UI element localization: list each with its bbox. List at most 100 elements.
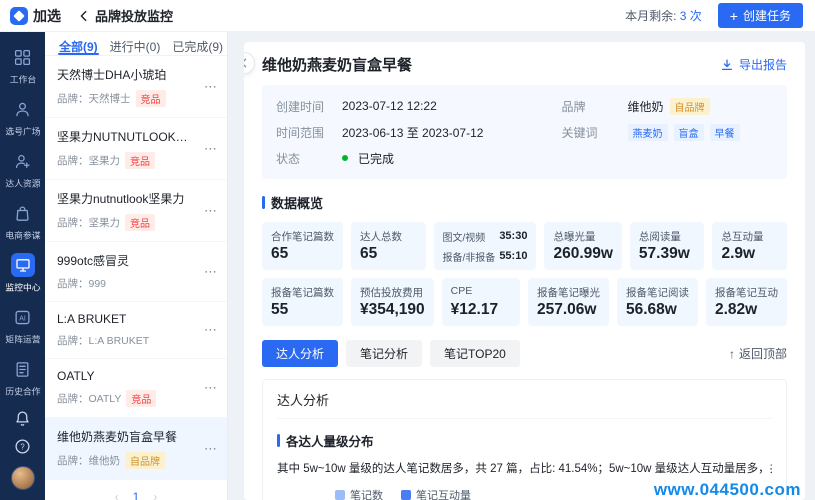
page-title: 品牌投放监控 — [95, 9, 174, 24]
workbench-icon — [11, 45, 35, 69]
main-content: 维他奶燕麦奶盲盒早餐 导出报告 创建时间 2023-07-12 12:22 品牌 — [228, 32, 815, 500]
download-icon — [721, 59, 733, 70]
monthly-remaining: 本月剩余: 3 次 — [625, 9, 702, 23]
create-task-button[interactable]: + 创建任务 — [717, 3, 803, 28]
more-options-icon[interactable]: ⋯ — [198, 441, 219, 457]
status-dot-green — [342, 155, 348, 161]
section-marker — [277, 434, 280, 447]
competitor-tag: 竞品 — [125, 214, 155, 231]
notification-bell-icon[interactable] — [14, 410, 31, 427]
export-report-button[interactable]: 导出报告 — [720, 56, 787, 73]
back-to-top-button[interactable]: ↑ 返回顶部 — [729, 345, 787, 362]
created-time-label: 创建时间 — [276, 99, 325, 114]
remaining-count: 3 次 — [679, 9, 702, 23]
stat-card: 合作笔记篇数 65 — [262, 222, 343, 270]
user-avatar[interactable] — [10, 466, 35, 490]
collapse-panel-button[interactable] — [244, 52, 255, 74]
page-number[interactable]: 1 — [133, 490, 140, 500]
help-icon[interactable]: ? — [14, 438, 31, 455]
stats-row-2: 报备笔记篇数 55 预估投放费用 ¥354,190 CPE ¥12.17 报备笔… — [262, 278, 787, 326]
task-list-item[interactable]: 天然博士DHA小琥珀 品牌：天然博士 竞品 ⋯ — [45, 56, 227, 118]
distribution-summary-text: 其中 5w~10w 量级的达人笔记数居多，共 27 篇，占比: 41.54%；5… — [277, 463, 772, 475]
top-bar: 加选 品牌投放监控 本月剩余: 3 次 + 创建任务 — [0, 0, 815, 32]
detail-title: 维他奶燕麦奶盲盒早餐 — [262, 57, 413, 74]
keywords-value: 燕麦奶 盲盒 早餐 — [627, 123, 740, 141]
task-list-item[interactable]: 坚果力NUTNUTLOOK坚果力... 品牌：坚果力竞品 ⋯ — [45, 118, 227, 180]
status-value: 已完成 — [342, 150, 394, 167]
logo-text: 加选 — [33, 7, 61, 24]
keywords-label: 关键词 — [561, 125, 598, 140]
sidebar-item-history[interactable]: 历史合作 — [0, 352, 45, 404]
stat-card: 总曝光量 260.99w — [544, 222, 622, 270]
brand-value: 维他奶 自品牌 — [628, 97, 710, 115]
time-range-label: 时间范围 — [276, 125, 325, 140]
sidebar-item-monitor[interactable]: 监控中心 — [0, 248, 45, 300]
brand-label: 品牌 — [561, 99, 586, 114]
tab-influencer-analysis[interactable]: 达人分析 — [262, 340, 339, 367]
monitor-icon — [10, 253, 35, 277]
ai-matrix-icon: AI — [11, 305, 35, 329]
created-time-value: 2023-07-12 12:22 — [342, 99, 437, 113]
overview-section-title: 数据概览 — [271, 196, 324, 211]
detail-card: 维他奶燕麦奶盲盒早餐 导出报告 创建时间 2023-07-12 12:22 品牌 — [244, 42, 805, 500]
tab-in-progress[interactable]: 进行中(0) — [104, 38, 167, 55]
task-list-item[interactable]: OATLY 品牌：OATLY 竞品 ⋯ — [45, 359, 227, 418]
task-info-panel: 创建时间 2023-07-12 12:22 品牌 维他奶 自品牌 时间范围 20… — [262, 85, 787, 179]
legend-swatch — [335, 490, 345, 500]
app-logo[interactable]: 加选 — [0, 6, 71, 26]
svg-text:AI: AI — [19, 315, 26, 322]
more-options-icon[interactable]: ⋯ — [198, 141, 219, 157]
task-list-panel: 全部(9) 进行中(0) 已完成(9) 天然博士DHA小琥珀 品牌：天然博士 竞品… — [45, 32, 228, 500]
next-page-icon[interactable]: › — [153, 490, 157, 500]
plus-icon: + — [729, 7, 738, 24]
back-chevron-icon[interactable] — [77, 9, 91, 23]
svg-text:?: ? — [20, 442, 25, 451]
task-list-item[interactable]: 999otc感冒灵 品牌：999 ⋯ — [45, 242, 227, 302]
sidebar-item-matrix[interactable]: AI 矩阵运营 — [0, 300, 45, 352]
sidebar-item-plaza[interactable]: 选号广场 — [0, 92, 45, 144]
keyword-tag: 燕麦奶 — [627, 123, 668, 141]
task-list-item-selected[interactable]: 维他奶燕麦奶盲盒早餐 品牌：维他奶 自品牌 ⋯ — [45, 418, 227, 480]
task-list-item[interactable]: 坚果力nutnutlook坚果力 品牌：坚果力 竞品 ⋯ — [45, 180, 227, 242]
task-list-item[interactable]: L:A BRUKET 品牌：L:A BRUKET ⋯ — [45, 302, 227, 359]
more-options-icon[interactable]: ⋯ — [198, 203, 219, 219]
task-items: 天然博士DHA小琥珀 品牌：天然博士竞品 ⋯ 坚果力NUTNUTLOOK坚果力.… — [45, 56, 227, 480]
more-options-icon[interactable]: ⋯ — [198, 322, 219, 338]
logo-icon — [10, 6, 28, 25]
stat-card: 预估投放费用 ¥354,190 — [351, 278, 434, 326]
stat-card: CPE ¥12.17 — [441, 278, 520, 326]
pagination: ‹ 1 › — [45, 480, 227, 500]
task-list-tabs: 全部(9) 进行中(0) 已完成(9) — [45, 32, 227, 56]
more-options-icon[interactable]: ⋯ — [198, 79, 219, 95]
keyword-tag: 早餐 — [709, 123, 740, 141]
own-brand-tag: 自品牌 — [125, 452, 165, 469]
section-marker — [262, 196, 265, 209]
own-brand-tag: 自品牌 — [669, 97, 710, 115]
stat-card: 报备笔记阅读 56.68w — [617, 278, 698, 326]
status-label: 状态 — [276, 151, 301, 166]
legend-notes: 笔记数 — [335, 487, 383, 500]
tab-all[interactable]: 全部(9) — [53, 38, 104, 55]
stat-card-ratios: 图文/视频 35:30 报备/非报备 55:10 — [433, 222, 537, 270]
competitor-tag: 竞品 — [126, 390, 157, 407]
keyword-tag: 盲盒 — [673, 123, 704, 141]
legend-interactions: 笔记互动量 — [401, 487, 471, 500]
app-window: 加选 品牌投放监控 本月剩余: 3 次 + 创建任务 工作台 选号广场 达人资源… — [0, 0, 815, 500]
more-options-icon[interactable]: ⋯ — [198, 264, 219, 280]
stat-card: 达人总数 65 — [351, 222, 426, 270]
tab-note-top20[interactable]: 笔记TOP20 — [430, 340, 520, 367]
stat-card: 报备笔记互动 2.82w — [706, 278, 787, 326]
tab-note-analysis[interactable]: 笔记分析 — [346, 340, 423, 367]
competitor-tag: 竞品 — [125, 152, 155, 169]
competitor-tag: 竞品 — [135, 90, 166, 107]
more-options-icon[interactable]: ⋯ — [198, 380, 219, 396]
stat-card: 报备笔记曝光 257.06w — [528, 278, 609, 326]
prev-page-icon[interactable]: ‹ — [115, 490, 119, 500]
sidebar-item-workbench[interactable]: 工作台 — [0, 40, 45, 92]
legend-swatch — [401, 490, 411, 500]
person-icon — [11, 97, 35, 121]
sidebar-item-resources[interactable]: 达人资源 — [0, 144, 45, 196]
tab-completed[interactable]: 已完成(9) — [166, 38, 229, 55]
sidebar-item-ecommerce[interactable]: 电商参谋 — [0, 196, 45, 248]
time-range-value: 2023-06-13 至 2023-07-12 — [342, 125, 484, 140]
